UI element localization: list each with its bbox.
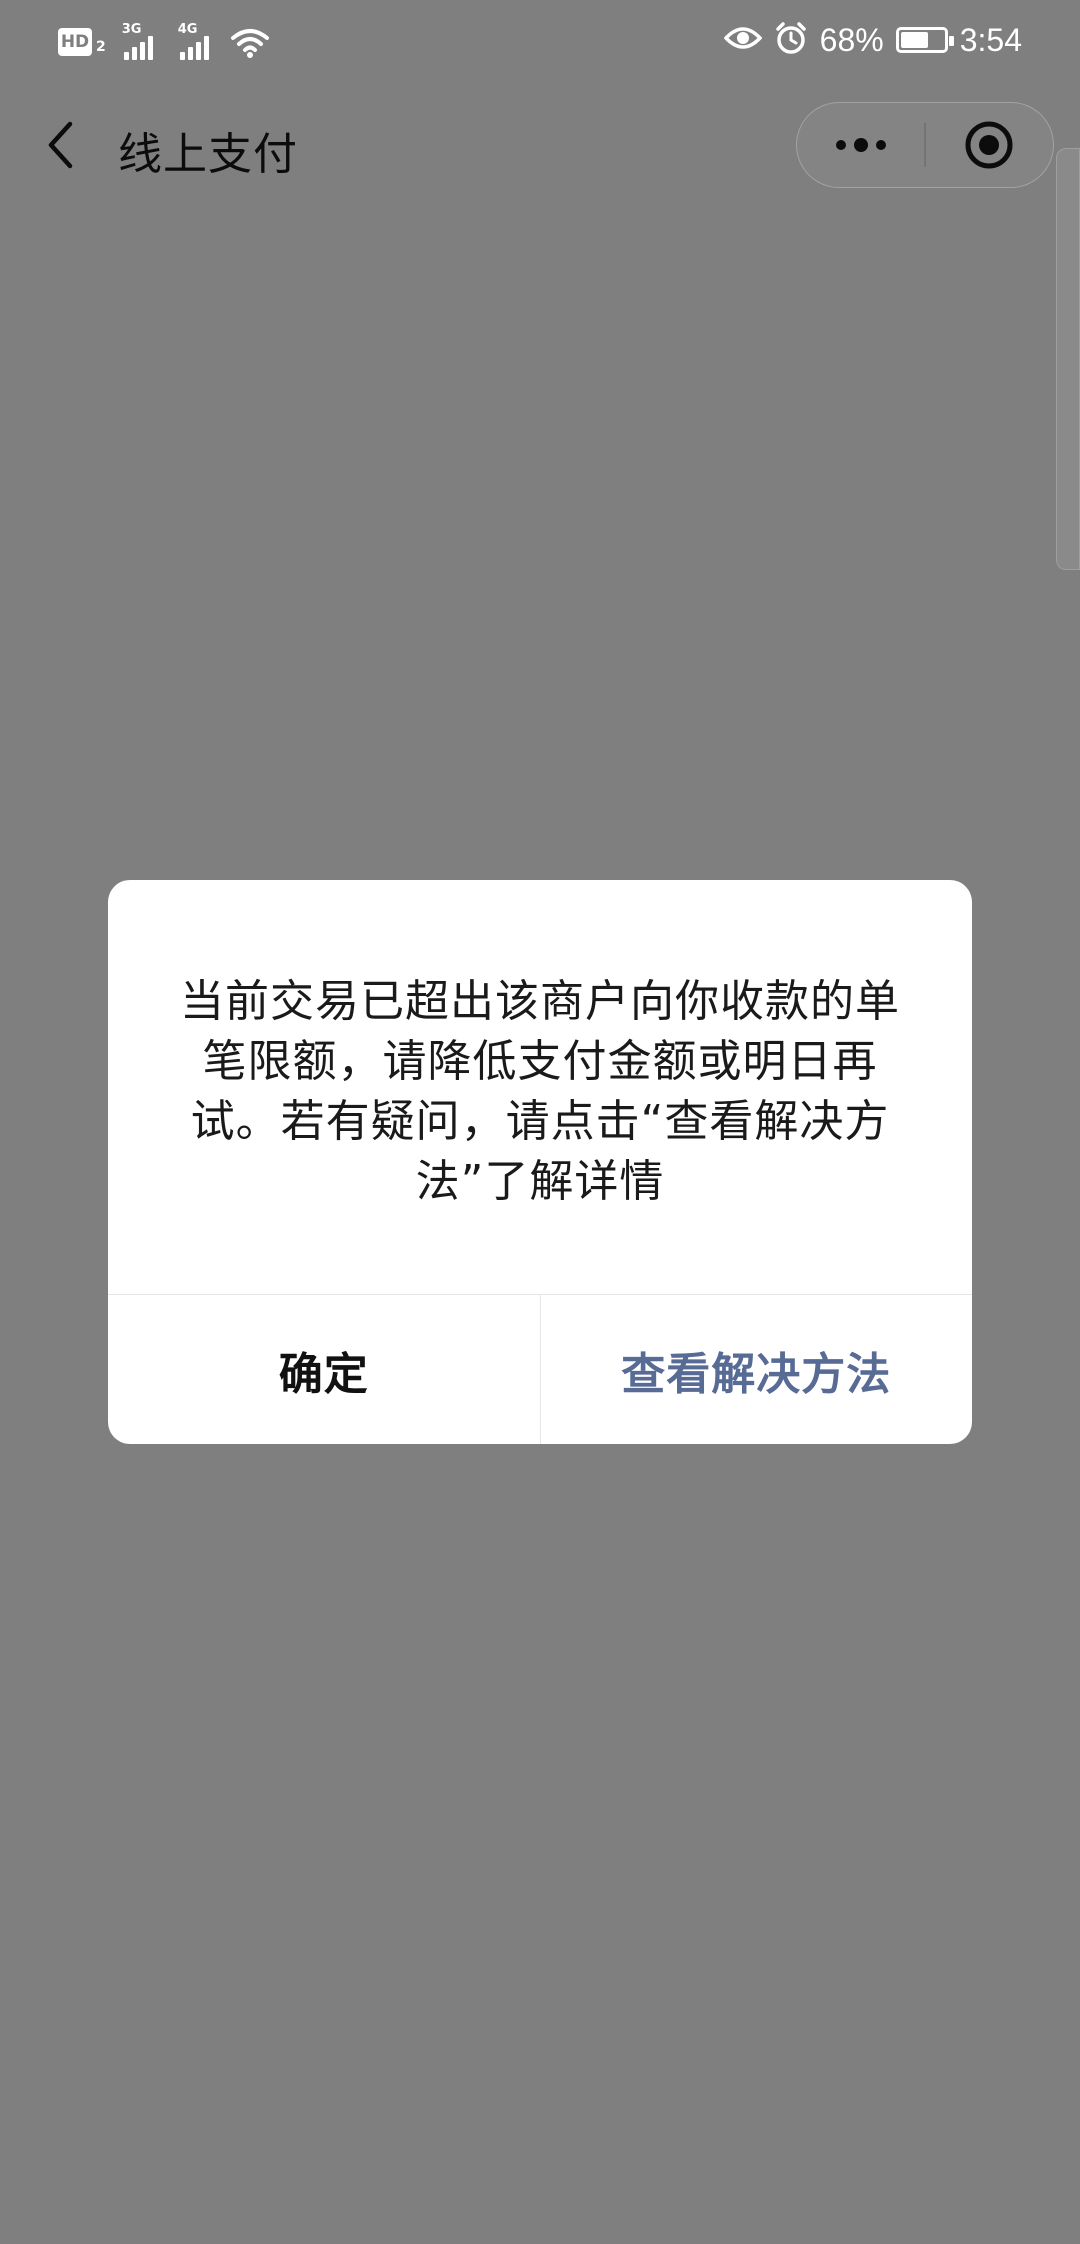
dialog-message: 当前交易已超出该商户向你收款的单笔限额，请降低支付金额或明日再试。若有疑问，请点… (180, 976, 900, 1207)
view-solution-button[interactable]: 查看解决方法 (541, 1295, 973, 1444)
clock-time: 3:54 (959, 21, 1022, 58)
more-button[interactable] (797, 102, 924, 188)
scrollbar-thumb[interactable] (1056, 148, 1080, 570)
battery-percent: 68% (819, 21, 884, 58)
more-dots-icon (835, 138, 886, 152)
alarm-icon (774, 21, 808, 59)
dialog-actions: 确定 查看解决方法 (108, 1294, 972, 1444)
page-title: 线上支付 (118, 129, 298, 180)
hd-voice-badge: HD (58, 28, 92, 56)
eye-icon (723, 24, 763, 56)
signal-icon: 4G (177, 22, 214, 60)
status-left: HD 2 3G 4G (58, 22, 270, 62)
back-arrow-icon (48, 121, 73, 169)
network-type-label-3g: 3G (121, 22, 142, 37)
alert-dialog: 当前交易已超出该商户向你收款的单笔限额，请降低支付金额或明日再试。若有疑问，请点… (108, 880, 972, 1444)
status-right: 68% 3:54 (723, 18, 1022, 62)
signal-icon: 3G (121, 22, 158, 60)
battery-fill (900, 32, 928, 48)
back-button[interactable] (30, 110, 90, 180)
confirm-button[interactable]: 确定 (108, 1295, 541, 1444)
network-type-label-4g: 4G (177, 22, 198, 37)
battery-icon (895, 27, 954, 53)
close-button[interactable] (926, 102, 1053, 188)
wifi-icon (230, 24, 270, 60)
title-bar: 线上支付 (0, 80, 1080, 210)
hd-sim-number: 2 (96, 39, 106, 55)
close-target-icon (965, 121, 1013, 169)
mini-program-capsule (796, 102, 1054, 188)
status-bar: HD 2 3G 4G 68% 3:54 (0, 0, 1080, 80)
